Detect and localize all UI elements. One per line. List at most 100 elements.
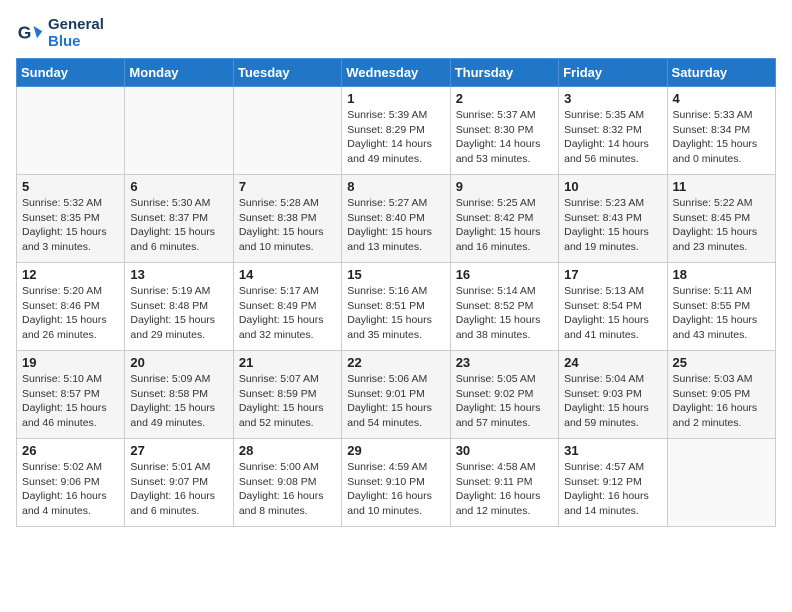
day-info: Sunrise: 5:22 AM Sunset: 8:45 PM Dayligh… (673, 196, 770, 255)
calendar-cell: 25 Sunrise: 5:03 AM Sunset: 9:05 PM Dayli… (667, 351, 775, 439)
day-number: 30 (456, 443, 553, 458)
calendar-cell: 14Sunrise: 5:17 AM Sunset: 8:49 PM Dayli… (233, 263, 341, 351)
day-info: Sunrise: 5:27 AM Sunset: 8:40 PM Dayligh… (347, 196, 444, 255)
weekday-header-tuesday: Tuesday (233, 59, 341, 87)
weekday-header-saturday: Saturday (667, 59, 775, 87)
day-info: Sunrise: 5:05 AM Sunset: 9:02 PM Dayligh… (456, 372, 553, 431)
calendar-cell: 16 Sunrise: 5:14 AM Sunset: 8:52 PM Dayli… (450, 263, 558, 351)
calendar-cell: 3Sunrise: 5:35 AM Sunset: 8:32 PM Daylig… (559, 87, 667, 175)
logo: G General Blue (16, 16, 104, 50)
day-info: Sunrise: 5:17 AM Sunset: 8:49 PM Dayligh… (239, 284, 336, 343)
day-number: 22 (347, 355, 444, 370)
calendar-cell: 31Sunrise: 4:57 AM Sunset: 9:12 PM Dayli… (559, 439, 667, 527)
day-info: Sunrise: 5:13 AM Sunset: 8:54 PM Dayligh… (564, 284, 661, 343)
svg-text:G: G (18, 22, 32, 42)
calendar-cell: 19 Sunrise: 5:10 AM Sunset: 8:57 PM Dayli… (17, 351, 125, 439)
day-number: 8 (347, 179, 444, 194)
day-info: Sunrise: 4:58 AM Sunset: 9:11 PM Dayligh… (456, 460, 553, 519)
day-info: Sunrise: 5:02 AM Sunset: 9:06 PM Dayligh… (22, 460, 119, 519)
logo-icon: G (16, 19, 44, 47)
calendar-cell: 27 Sunrise: 5:01 AM Sunset: 9:07 PM Dayli… (125, 439, 233, 527)
calendar-cell: 29 Sunrise: 4:59 AM Sunset: 9:10 PM Dayli… (342, 439, 450, 527)
day-info: Sunrise: 5:23 AM Sunset: 8:43 PM Dayligh… (564, 196, 661, 255)
day-number: 4 (673, 91, 770, 106)
calendar-table: SundayMondayTuesdayWednesdayThursdayFrid… (16, 58, 776, 527)
day-number: 23 (456, 355, 553, 370)
calendar-cell: 9 Sunrise: 5:25 AM Sunset: 8:42 PM Daylig… (450, 175, 558, 263)
calendar-cell: 10 Sunrise: 5:23 AM Sunset: 8:43 PM Dayli… (559, 175, 667, 263)
day-number: 17 (564, 267, 661, 282)
page-header: G General Blue (16, 16, 776, 50)
calendar-cell (125, 87, 233, 175)
calendar-cell: 15Sunrise: 5:16 AM Sunset: 8:51 PM Dayli… (342, 263, 450, 351)
calendar-cell: 24 Sunrise: 5:04 AM Sunset: 9:03 PM Dayli… (559, 351, 667, 439)
day-info: Sunrise: 5:35 AM Sunset: 8:32 PM Dayligh… (564, 108, 661, 167)
day-info: Sunrise: 5:20 AM Sunset: 8:46 PM Dayligh… (22, 284, 119, 343)
day-number: 5 (22, 179, 119, 194)
weekday-header-sunday: Sunday (17, 59, 125, 87)
day-info: Sunrise: 5:04 AM Sunset: 9:03 PM Dayligh… (564, 372, 661, 431)
day-info: Sunrise: 5:25 AM Sunset: 8:42 PM Dayligh… (456, 196, 553, 255)
day-number: 2 (456, 91, 553, 106)
weekday-header-monday: Monday (125, 59, 233, 87)
day-info: Sunrise: 5:10 AM Sunset: 8:57 PM Dayligh… (22, 372, 119, 431)
calendar-cell: 18 Sunrise: 5:11 AM Sunset: 8:55 PM Dayli… (667, 263, 775, 351)
day-number: 1 (347, 91, 444, 106)
day-number: 7 (239, 179, 336, 194)
day-info: Sunrise: 5:11 AM Sunset: 8:55 PM Dayligh… (673, 284, 770, 343)
day-number: 13 (130, 267, 227, 282)
day-info: Sunrise: 5:16 AM Sunset: 8:51 PM Dayligh… (347, 284, 444, 343)
day-number: 24 (564, 355, 661, 370)
calendar-cell (17, 87, 125, 175)
day-info: Sunrise: 5:01 AM Sunset: 9:07 PM Dayligh… (130, 460, 227, 519)
calendar-cell: 23 Sunrise: 5:05 AM Sunset: 9:02 PM Dayli… (450, 351, 558, 439)
calendar-cell: 11Sunrise: 5:22 AM Sunset: 8:45 PM Dayli… (667, 175, 775, 263)
calendar-cell: 20 Sunrise: 5:09 AM Sunset: 8:58 PM Dayli… (125, 351, 233, 439)
day-info: Sunrise: 5:32 AM Sunset: 8:35 PM Dayligh… (22, 196, 119, 255)
day-number: 18 (673, 267, 770, 282)
day-info: Sunrise: 5:03 AM Sunset: 9:05 PM Dayligh… (673, 372, 770, 431)
day-number: 16 (456, 267, 553, 282)
day-number: 6 (130, 179, 227, 194)
day-number: 19 (22, 355, 119, 370)
day-info: Sunrise: 5:37 AM Sunset: 8:30 PM Dayligh… (456, 108, 553, 167)
calendar-cell: 28Sunrise: 5:00 AM Sunset: 9:08 PM Dayli… (233, 439, 341, 527)
calendar-cell: 4 Sunrise: 5:33 AM Sunset: 8:34 PM Daylig… (667, 87, 775, 175)
day-info: Sunrise: 5:09 AM Sunset: 8:58 PM Dayligh… (130, 372, 227, 431)
day-number: 25 (673, 355, 770, 370)
day-number: 10 (564, 179, 661, 194)
day-number: 21 (239, 355, 336, 370)
weekday-header-wednesday: Wednesday (342, 59, 450, 87)
calendar-week-row: 12 Sunrise: 5:20 AM Sunset: 8:46 PM Dayli… (17, 263, 776, 351)
logo-text: General Blue (48, 16, 104, 50)
day-info: Sunrise: 5:28 AM Sunset: 8:38 PM Dayligh… (239, 196, 336, 255)
calendar-cell: 26 Sunrise: 5:02 AM Sunset: 9:06 PM Dayli… (17, 439, 125, 527)
day-info: Sunrise: 5:07 AM Sunset: 8:59 PM Dayligh… (239, 372, 336, 431)
calendar-week-row: 5 Sunrise: 5:32 AM Sunset: 8:35 PM Daylig… (17, 175, 776, 263)
calendar-week-row: 26 Sunrise: 5:02 AM Sunset: 9:06 PM Dayli… (17, 439, 776, 527)
calendar-cell (667, 439, 775, 527)
day-info: Sunrise: 5:06 AM Sunset: 9:01 PM Dayligh… (347, 372, 444, 431)
calendar-cell: 5 Sunrise: 5:32 AM Sunset: 8:35 PM Daylig… (17, 175, 125, 263)
weekday-header-friday: Friday (559, 59, 667, 87)
day-info: Sunrise: 5:39 AM Sunset: 8:29 PM Dayligh… (347, 108, 444, 167)
calendar-cell: 1 Sunrise: 5:39 AM Sunset: 8:29 PM Daylig… (342, 87, 450, 175)
day-number: 31 (564, 443, 661, 458)
day-number: 27 (130, 443, 227, 458)
weekday-header-thursday: Thursday (450, 59, 558, 87)
day-number: 9 (456, 179, 553, 194)
day-info: Sunrise: 5:30 AM Sunset: 8:37 PM Dayligh… (130, 196, 227, 255)
day-info: Sunrise: 5:33 AM Sunset: 8:34 PM Dayligh… (673, 108, 770, 167)
day-number: 29 (347, 443, 444, 458)
day-info: Sunrise: 5:00 AM Sunset: 9:08 PM Dayligh… (239, 460, 336, 519)
calendar-cell: 2 Sunrise: 5:37 AM Sunset: 8:30 PM Daylig… (450, 87, 558, 175)
calendar-cell: 6 Sunrise: 5:30 AM Sunset: 8:37 PM Daylig… (125, 175, 233, 263)
day-info: Sunrise: 5:19 AM Sunset: 8:48 PM Dayligh… (130, 284, 227, 343)
day-number: 20 (130, 355, 227, 370)
day-number: 26 (22, 443, 119, 458)
calendar-week-row: 19 Sunrise: 5:10 AM Sunset: 8:57 PM Dayli… (17, 351, 776, 439)
day-info: Sunrise: 4:59 AM Sunset: 9:10 PM Dayligh… (347, 460, 444, 519)
calendar-cell: 12 Sunrise: 5:20 AM Sunset: 8:46 PM Dayli… (17, 263, 125, 351)
day-info: Sunrise: 5:14 AM Sunset: 8:52 PM Dayligh… (456, 284, 553, 343)
day-number: 12 (22, 267, 119, 282)
